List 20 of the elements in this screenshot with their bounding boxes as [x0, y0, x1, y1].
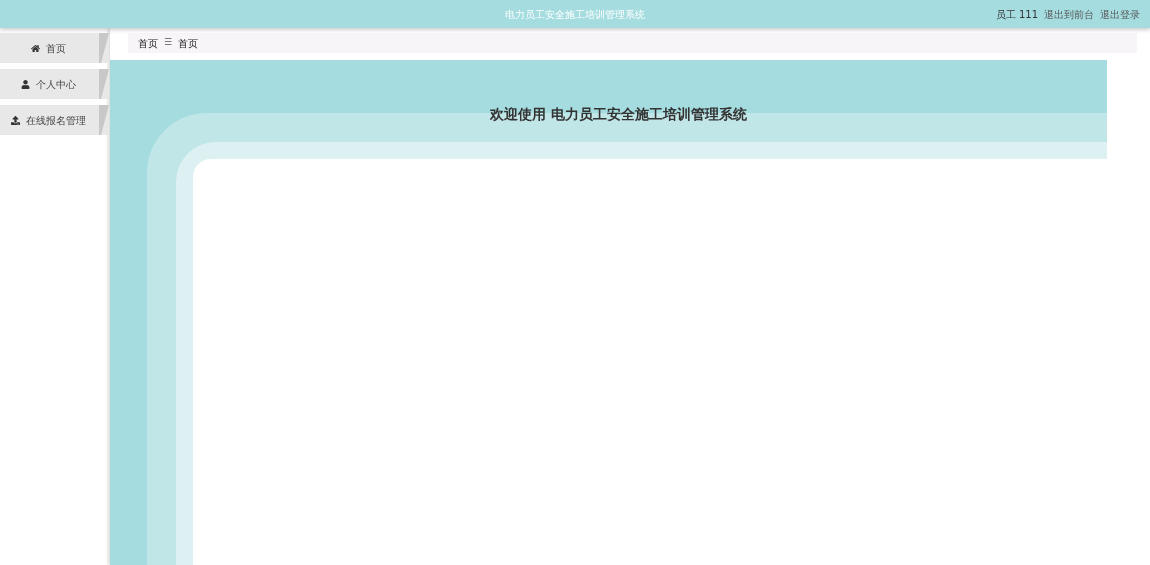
sidebar-label: 在线报名管理	[26, 113, 86, 128]
welcome-title: 欢迎使用 电力员工安全施工培训管理系统	[490, 105, 747, 124]
sidebar-label: 首页	[46, 41, 66, 56]
breadcrumb-current: 首页	[178, 36, 199, 51]
tab-corner-icon	[99, 69, 109, 99]
sidebar-item[interactable]: 在线报名管理	[0, 105, 109, 135]
user-label: 员工 111	[995, 7, 1038, 22]
header-link[interactable]: 退出登录	[1100, 6, 1140, 22]
app-title: 电力员工安全施工培训管理系统	[505, 7, 645, 22]
sidebar-label: 个人中心	[36, 77, 76, 92]
upload-icon	[11, 115, 20, 125]
header-link[interactable]: 退出到前台	[1044, 6, 1094, 22]
home-icon	[31, 43, 40, 53]
breadcrumb-link[interactable]: 首页	[138, 35, 158, 51]
sidebar-item[interactable]: 个人中心	[0, 69, 109, 99]
sidebar-item[interactable]: 首页	[0, 33, 109, 63]
tab-corner-icon	[99, 105, 109, 135]
breadcrumb-separator: ☰	[164, 36, 173, 50]
user-icon	[21, 79, 30, 89]
tab-corner-icon	[99, 33, 109, 63]
